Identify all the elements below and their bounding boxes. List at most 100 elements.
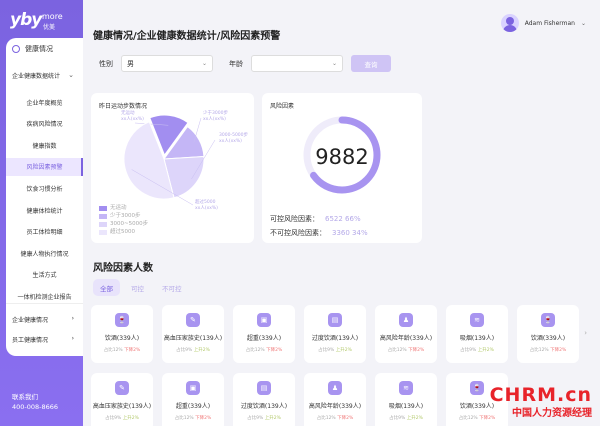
- legend-item: 无运动: [99, 204, 148, 212]
- legend-swatch: [99, 213, 107, 219]
- tab-all[interactable]: 全部: [93, 279, 120, 296]
- pie-sublabel: xx人(xx%): [203, 116, 226, 122]
- risk-factor-card[interactable]: ≋ 吸烟(139人) 占比9% 上升2%: [446, 305, 508, 363]
- filter-bar: 性别 男 ⌄ 年龄 ⌄ 查询: [93, 55, 391, 72]
- legend-item: 少于3000步: [99, 212, 148, 220]
- risk-total: 9882: [315, 145, 369, 169]
- risk-factor-trend: 下降2%: [266, 348, 283, 353]
- risk-factor-share: 占比9%: [318, 348, 335, 353]
- brand-logo[interactable]: yby more 优美: [10, 10, 74, 34]
- risk-factor-name: 超重(339人): [175, 403, 211, 410]
- risk-factor-card[interactable]: ♟ 高风险年龄(339人) 占比12% 下降2%: [375, 305, 437, 363]
- risk-factor-card[interactable]: ▣ 超重(339人) 占比12% 下降2%: [162, 373, 224, 426]
- user-name: Adam Fisherman: [524, 19, 575, 27]
- query-button[interactable]: 查询: [351, 55, 391, 72]
- risk-factor-name: 饮酒(339人): [530, 335, 566, 342]
- risk-factor-trend: 下降2%: [195, 416, 212, 421]
- risk-factor-card[interactable]: ♟ 高风险年龄(339人) 占比12% 下降2%: [304, 373, 366, 426]
- risk-factor-share: 占比9%: [176, 348, 193, 353]
- pie-label: 无运动: [121, 109, 135, 116]
- risk-factor-share: 占比12%: [316, 416, 336, 421]
- nav-item[interactable]: 企业年度概览: [6, 93, 83, 111]
- legend-swatch: [99, 221, 107, 227]
- nav-home[interactable]: 健康情况: [12, 44, 53, 54]
- pie-sublabel: xx人(xx%): [121, 116, 144, 122]
- risk-factor-share: 占比9%: [247, 416, 264, 421]
- chevron-right-icon: ›: [71, 335, 74, 342]
- risk-factor-icon: ✎: [186, 313, 200, 327]
- risk-tabs: 全部 可控 不可控: [93, 279, 189, 296]
- risk-factor-card[interactable]: ▤ 过度饮酒(139人) 占比9% 上升2%: [233, 373, 295, 426]
- risk-factor-stat: 占比9% 上升2%: [233, 415, 295, 421]
- chevron-right-icon[interactable]: ›: [584, 329, 587, 337]
- nav-group-stats[interactable]: 企业健康数据统计 ⌄: [12, 68, 78, 82]
- risk-factor-name: 高风险年龄(339人): [379, 335, 433, 342]
- risk-factor-share: 占比9%: [389, 416, 406, 421]
- clock-icon: [12, 45, 20, 53]
- user-menu[interactable]: Adam Fisherman ⌄: [500, 14, 586, 32]
- risk-factor-card[interactable]: ▣ 超重(339人) 占比12% 下降2%: [233, 305, 295, 363]
- contact-info: 联系我们 400-008-8666: [12, 392, 58, 412]
- gender-select[interactable]: 男 ⌄: [121, 55, 213, 72]
- risk-factor-trend: 上升2%: [193, 348, 210, 353]
- risk-factor-name: 过度饮酒(139人): [311, 335, 359, 342]
- risk-factor-card: 风险因素 9882 可控风险因素： 6522 66% 不可控风险因素： 3360 3…: [262, 93, 422, 243]
- risk-factor-icon: 🍷: [115, 313, 129, 327]
- nav-item[interactable]: 疾病风险情况: [6, 115, 83, 133]
- risk-factor-trend: 下降2%: [124, 348, 141, 353]
- logo-text: more: [42, 12, 63, 21]
- risk-factor-stat: 占比9% 上升2%: [162, 347, 224, 353]
- nav-group-label: 员工健康情况: [12, 337, 49, 344]
- pie-sublabel: xx人(xx%): [219, 138, 242, 144]
- risk-factor-trend: 下降2%: [337, 416, 354, 421]
- nav-group-employee[interactable]: 员工健康情况 ›: [12, 335, 78, 344]
- risk-factor-card[interactable]: 🍷 饮酒(339人) 占比12% 下降2%: [91, 305, 153, 363]
- risk-factor-icon: ≋: [399, 381, 413, 395]
- risk-factor-stat: 占比12% 下降2%: [162, 415, 224, 421]
- tab-controllable[interactable]: 可控: [124, 279, 151, 296]
- risk-factor-trend: 上升2%: [477, 348, 494, 353]
- risk-factor-name: 高血压家族史(139人): [92, 403, 152, 410]
- controllable-row: 可控风险因素： 6522 66%: [270, 214, 361, 224]
- risk-factor-name: 超重(339人): [246, 335, 282, 342]
- nav-item[interactable]: 健康指数: [6, 136, 83, 154]
- risk-factor-stat: 占比12% 下降2%: [304, 415, 366, 421]
- contact-label: 联系我们: [12, 393, 38, 401]
- steps-legend: 无运动 少于3000步 3000~5000步 超过5000: [99, 204, 148, 236]
- risk-factor-name: 过度饮酒(139人): [240, 403, 288, 410]
- nav-item[interactable]: 生活方式: [6, 266, 83, 284]
- pie-label: 少于3000步: [203, 110, 228, 116]
- risk-factor-name: 吸烟(139人): [388, 403, 424, 410]
- risk-factor-card[interactable]: ✎ 高血压家族史(139人) 占比9% 上升2%: [162, 305, 224, 363]
- nav-home-label: 健康情况: [25, 45, 53, 53]
- nav-group-label: 企业健康情况: [12, 317, 49, 324]
- risk-factor-trend: 上升2%: [122, 416, 139, 421]
- nav-item[interactable]: 风险因素预警: [6, 157, 83, 176]
- risk-factor-icon: ▤: [257, 381, 271, 395]
- risk-factor-card[interactable]: 🍷 饮酒(339人) 占比12% 下降2% ›: [517, 305, 587, 363]
- nav-item[interactable]: 健康人物执行情况: [6, 244, 83, 262]
- risk-factor-card[interactable]: ✎ 高血压家族史(139人) 占比9% 上升2%: [91, 373, 153, 426]
- nav-item[interactable]: 饮食习惯分析: [6, 179, 83, 197]
- nav-group-label: 企业健康数据统计: [12, 72, 61, 80]
- breadcrumb: 健康情况/企业健康数据统计/风险因素预警: [93, 31, 281, 42]
- risk-factor-icon: ▣: [186, 381, 200, 395]
- risk-factor-icon: ▣: [257, 313, 271, 327]
- uncontrollable-label: 不可控风险因素：: [270, 229, 326, 237]
- risk-factor-name: 吸烟(139人): [459, 335, 495, 342]
- nav-item[interactable]: 员工体检明细: [6, 223, 83, 241]
- risk-factor-icon: ▤: [328, 313, 342, 327]
- logo-mark: yby: [10, 10, 42, 30]
- risk-factor-share: 占比12%: [174, 416, 194, 421]
- nav-group-enterprise[interactable]: 企业健康情况 ›: [12, 315, 78, 324]
- age-select[interactable]: ⌄: [251, 55, 343, 72]
- nav-item[interactable]: 健康体检统计: [6, 201, 83, 219]
- risk-factor-share: 占比9%: [105, 416, 122, 421]
- risk-factor-stat: 占比12% 下降2%: [517, 347, 579, 353]
- risk-factor-card[interactable]: ▤ 过度饮酒(139人) 占比9% 上升2%: [304, 305, 366, 363]
- tab-uncontrollable[interactable]: 不可控: [155, 279, 189, 296]
- watermark-sub: 中国人力资源经理: [512, 408, 592, 419]
- risk-factor-card[interactable]: ≋ 吸烟(139人) 占比9% 上升2%: [375, 373, 437, 426]
- risk-factor-stat: 占比9% 上升2%: [446, 347, 508, 353]
- uncontrollable-row: 不可控风险因素： 3360 34%: [270, 228, 368, 238]
